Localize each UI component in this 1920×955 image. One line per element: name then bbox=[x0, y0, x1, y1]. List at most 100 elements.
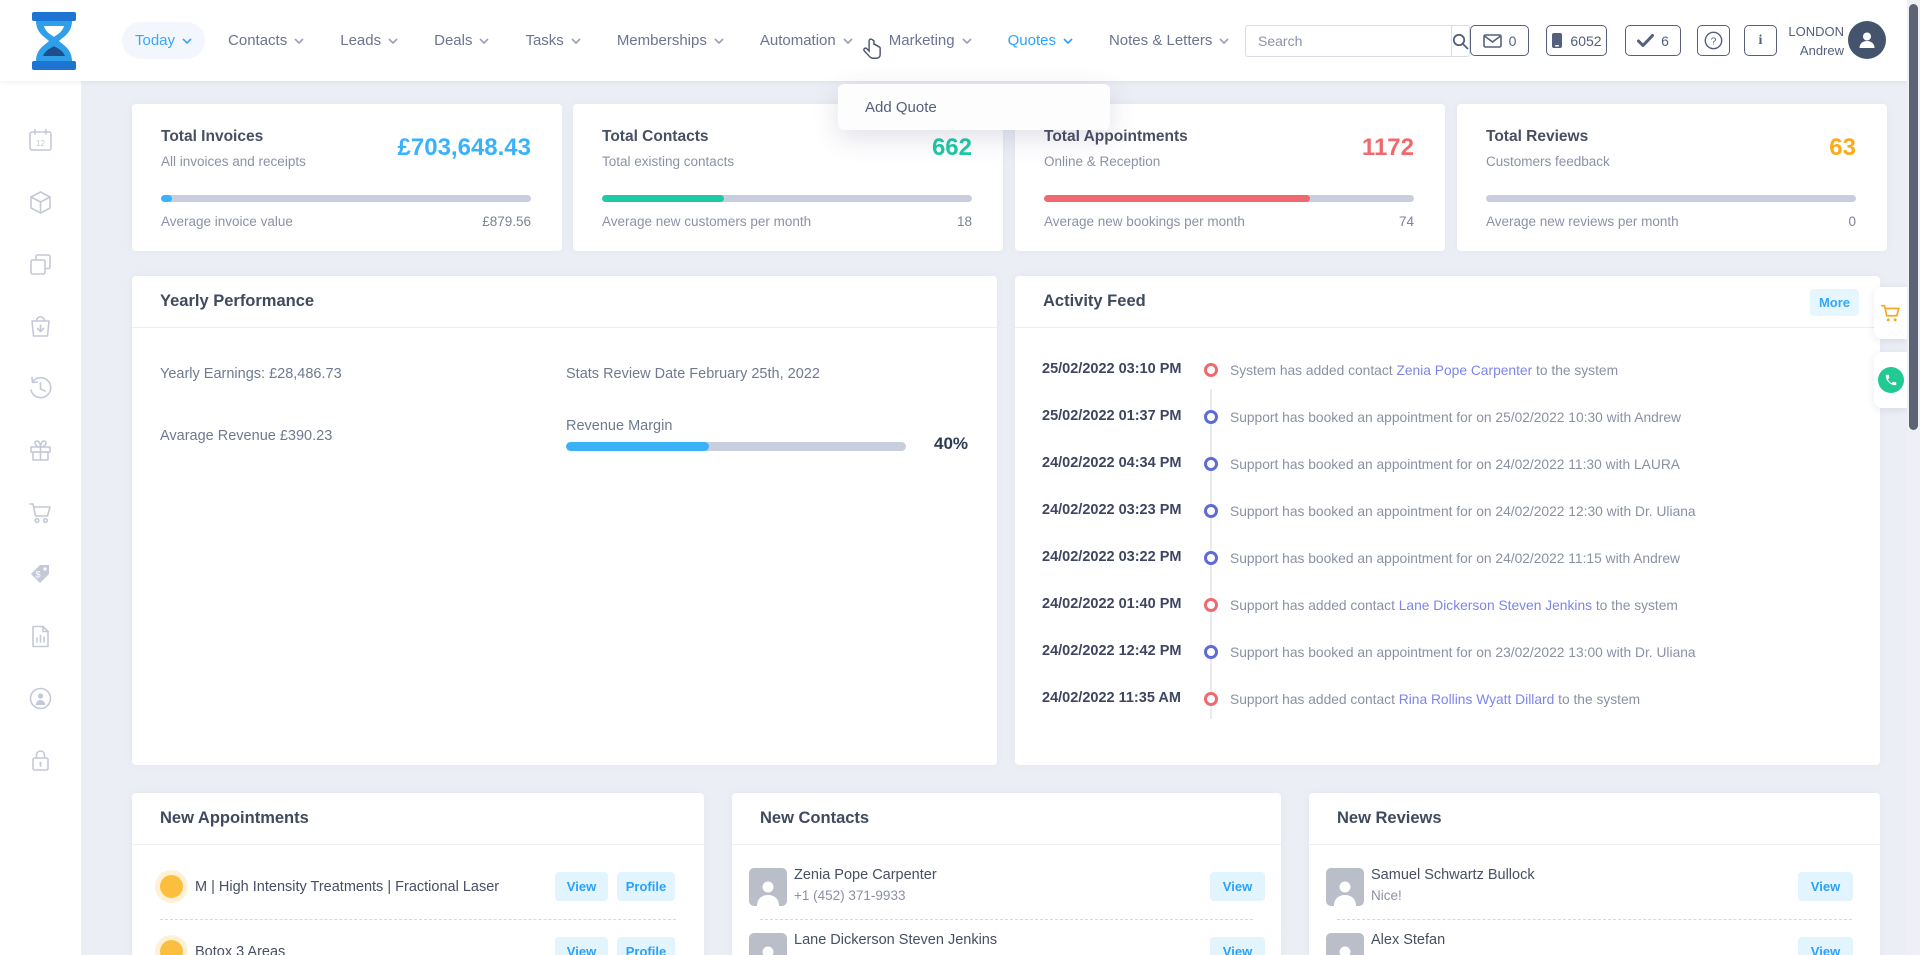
sms-badge-button[interactable]: 6052 bbox=[1546, 25, 1607, 56]
stat-footer: Average new bookings per month 74 bbox=[1044, 214, 1414, 229]
progress-fill bbox=[1044, 195, 1310, 202]
average-revenue: Avarage Revenue £390.23 bbox=[160, 428, 332, 444]
profile-button[interactable]: Profile bbox=[617, 937, 675, 955]
view-button[interactable]: View bbox=[1210, 937, 1265, 955]
contact-link[interactable]: Rina Rollins Wyatt Dillard bbox=[1399, 692, 1555, 707]
nav-today[interactable]: Today bbox=[122, 22, 205, 59]
view-button[interactable]: View bbox=[1798, 937, 1853, 955]
copy-pages-icon[interactable] bbox=[27, 251, 54, 278]
progress-fill bbox=[161, 195, 172, 202]
contact-row: Lane Dickerson Steven Jenkins View bbox=[732, 920, 1281, 955]
nav-memberships[interactable]: Memberships bbox=[604, 22, 737, 59]
calendar-icon[interactable]: 12 bbox=[27, 127, 54, 154]
search-button[interactable] bbox=[1451, 25, 1470, 57]
view-button[interactable]: View bbox=[555, 872, 608, 901]
package-icon[interactable] bbox=[27, 189, 54, 216]
help-button[interactable]: ? bbox=[1697, 25, 1730, 56]
svg-text:?: ? bbox=[1711, 35, 1717, 47]
stat-value: 662 bbox=[932, 134, 972, 162]
activity-row: 25/02/2022 01:37 PM Support has booked a… bbox=[1015, 394, 1880, 441]
panel-header: New Contacts bbox=[732, 793, 1281, 845]
cart-icon bbox=[1880, 301, 1902, 325]
stat-card-invoices: Total Invoices All invoices and receipts… bbox=[132, 104, 562, 251]
stat-title: Total Invoices bbox=[161, 128, 263, 146]
contact-avatar bbox=[749, 933, 787, 955]
user-location-block: LONDON Andrew bbox=[1788, 22, 1844, 60]
revenue-margin-track bbox=[566, 442, 906, 451]
price-tag-icon[interactable]: $ bbox=[27, 561, 54, 588]
revenue-margin-fill bbox=[566, 442, 709, 451]
report-icon[interactable] bbox=[27, 623, 54, 650]
appointment-row: Botox 3 Areas View Profile bbox=[132, 920, 704, 955]
view-button[interactable]: View bbox=[1210, 872, 1265, 901]
activity-dot bbox=[1204, 645, 1218, 659]
stat-subtitle: All invoices and receipts bbox=[161, 154, 306, 169]
user-avatar[interactable] bbox=[1848, 21, 1886, 59]
contact-name: Zenia Pope Carpenter bbox=[794, 867, 937, 883]
nav-quotes[interactable]: Quotes bbox=[995, 22, 1086, 59]
view-button[interactable]: View bbox=[555, 937, 608, 955]
bag-icon[interactable] bbox=[27, 313, 54, 340]
revenue-margin-label: Revenue Margin bbox=[566, 418, 672, 434]
nav-automation[interactable]: Automation bbox=[747, 22, 866, 59]
chevron-down-icon bbox=[714, 38, 724, 44]
nav-contacts[interactable]: Contacts bbox=[215, 22, 317, 59]
review-row: Samuel Schwartz Bullock Nice! View bbox=[1309, 855, 1880, 919]
nav-leads[interactable]: Leads bbox=[327, 22, 411, 59]
view-button[interactable]: View bbox=[1798, 872, 1853, 901]
menu-item-add-quote[interactable]: Add Quote bbox=[865, 99, 937, 116]
reviewer-name: Alex Stefan bbox=[1371, 932, 1445, 948]
contact-phone: +1 (452) 371-9933 bbox=[794, 888, 905, 903]
contact-link[interactable]: Zenia Pope Carpenter bbox=[1396, 363, 1532, 378]
progress-track bbox=[602, 195, 972, 202]
scrollbar-thumb[interactable] bbox=[1909, 4, 1918, 430]
activity-dot bbox=[1204, 363, 1218, 377]
yearly-earnings: Yearly Earnings: £28,486.73 bbox=[160, 366, 342, 382]
progress-track bbox=[161, 195, 531, 202]
profile-button[interactable]: Profile bbox=[617, 872, 675, 901]
panel-title: Yearly Performance bbox=[160, 292, 314, 311]
stat-value: 63 bbox=[1829, 134, 1856, 162]
progress-track bbox=[1044, 195, 1414, 202]
mail-count: 0 bbox=[1509, 33, 1517, 49]
tasks-count: 6 bbox=[1661, 33, 1669, 49]
nav-tasks[interactable]: Tasks bbox=[512, 22, 593, 59]
panel-title: New Appointments bbox=[160, 809, 309, 828]
activity-rows: 25/02/2022 03:10 PM System has added con… bbox=[1015, 328, 1880, 765]
chevron-down-icon bbox=[843, 38, 853, 44]
mail-badge-button[interactable]: 0 bbox=[1470, 25, 1529, 56]
nav-notes-letters[interactable]: Notes & Letters bbox=[1096, 22, 1242, 59]
reviewer-name: Samuel Schwartz Bullock bbox=[1371, 867, 1535, 883]
svg-text:12: 12 bbox=[36, 139, 45, 148]
stat-title: Total Contacts bbox=[602, 128, 709, 146]
cart-icon[interactable] bbox=[27, 499, 54, 526]
person-icon bbox=[1330, 941, 1360, 955]
history-icon[interactable] bbox=[27, 375, 54, 402]
main-nav: Today Contacts Leads Deals Tasks Members… bbox=[122, 0, 1310, 81]
yearly-performance-panel: Yearly Performance Yearly Earnings: £28,… bbox=[132, 276, 997, 765]
app-logo[interactable] bbox=[26, 10, 82, 72]
activity-row: 24/02/2022 12:42 PM Support has booked a… bbox=[1015, 629, 1880, 676]
help-icon: ? bbox=[1704, 31, 1723, 50]
lock-icon[interactable] bbox=[27, 747, 54, 774]
stat-footer: Average new reviews per month 0 bbox=[1486, 214, 1856, 229]
panel-header: New Reviews bbox=[1309, 793, 1880, 845]
mail-icon bbox=[1483, 34, 1502, 48]
nav-marketing[interactable]: Marketing bbox=[876, 22, 985, 59]
more-button[interactable]: More bbox=[1810, 289, 1859, 316]
review-row: Alex Stefan View bbox=[1309, 920, 1880, 955]
info-button[interactable]: i bbox=[1744, 25, 1777, 56]
tasks-badge-button[interactable]: 6 bbox=[1625, 25, 1681, 56]
nav-deals[interactable]: Deals bbox=[421, 22, 502, 59]
search-input[interactable] bbox=[1245, 25, 1451, 57]
call-widget-tab[interactable] bbox=[1874, 352, 1907, 408]
review-note: Nice! bbox=[1371, 888, 1402, 903]
activity-dot bbox=[1204, 692, 1218, 706]
account-icon[interactable] bbox=[27, 685, 54, 712]
gift-icon[interactable] bbox=[27, 437, 54, 464]
contact-link[interactable]: Lane Dickerson Steven Jenkins bbox=[1399, 598, 1592, 613]
chevron-down-icon bbox=[571, 38, 581, 44]
quick-cart-tab[interactable] bbox=[1874, 287, 1907, 339]
page-scrollbar[interactable] bbox=[1907, 0, 1920, 955]
stat-subtitle: Customers feedback bbox=[1486, 154, 1610, 169]
